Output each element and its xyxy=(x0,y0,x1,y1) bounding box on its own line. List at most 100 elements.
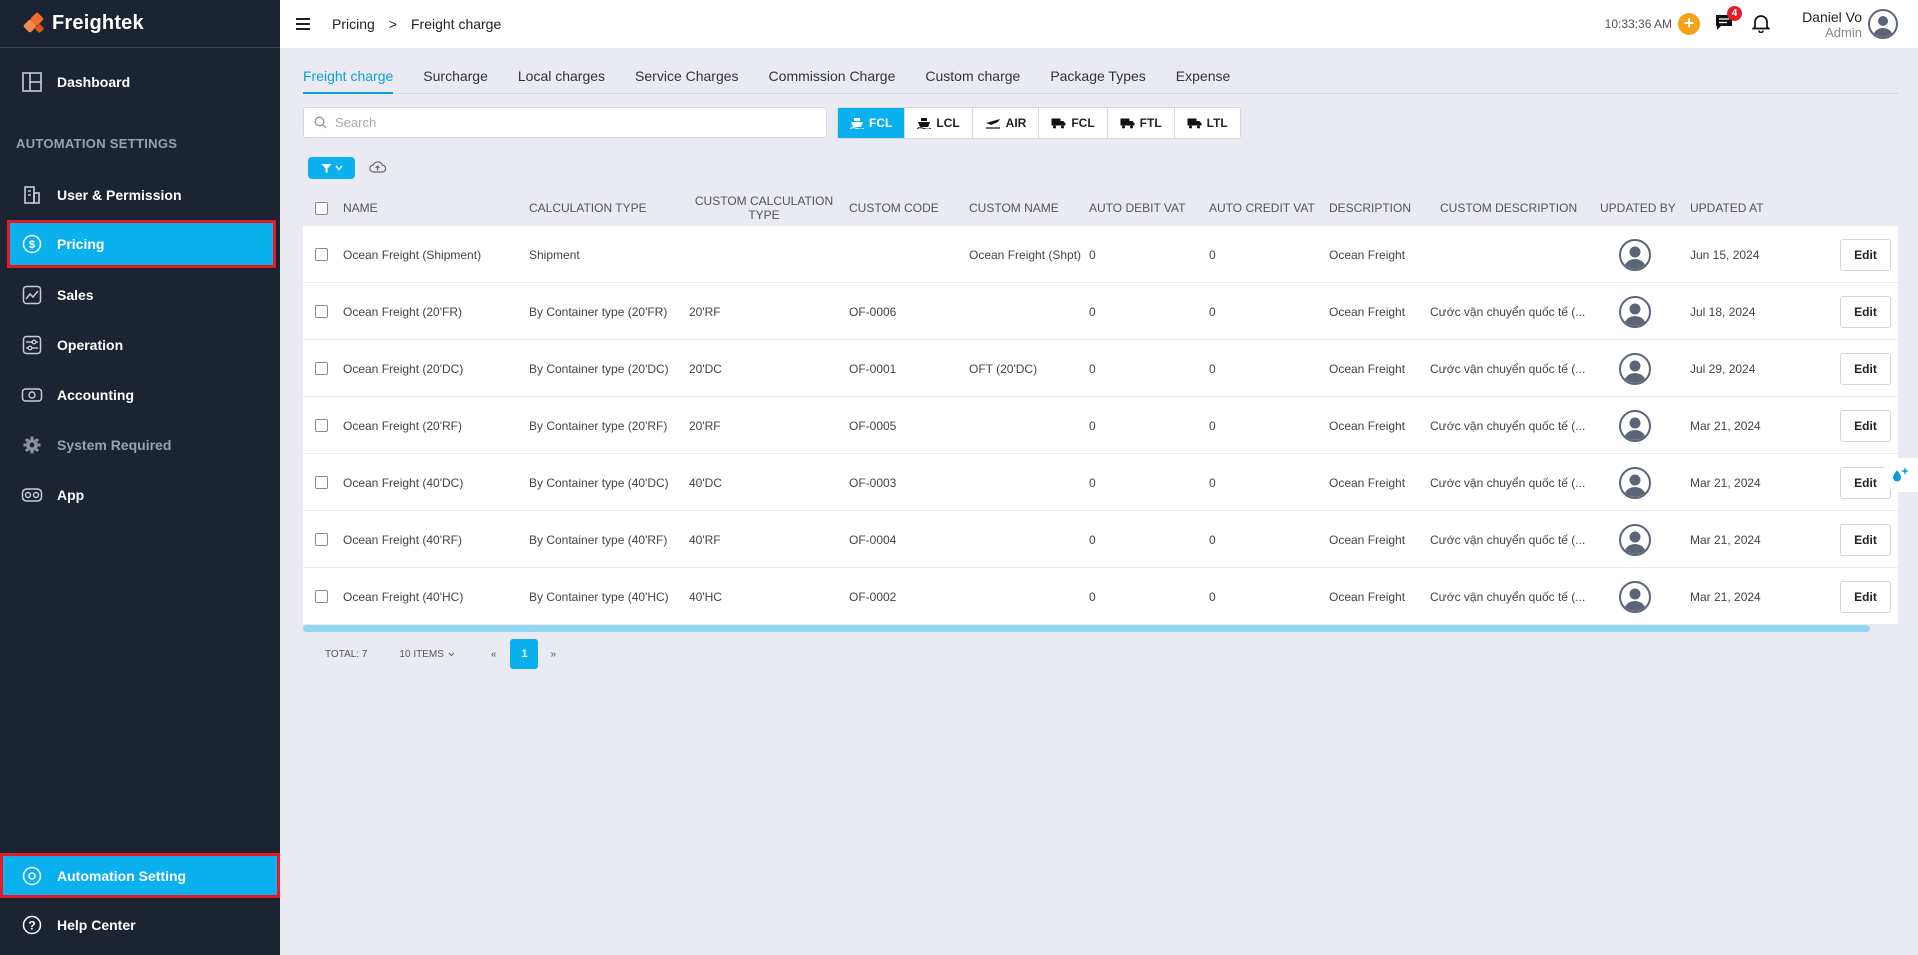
edit-button[interactable]: Edit xyxy=(1840,523,1891,556)
floating-tool-button[interactable] xyxy=(1882,458,1918,492)
sidebar-item-pricing[interactable]: $ Pricing xyxy=(7,220,276,268)
user-avatar[interactable] xyxy=(1868,9,1898,39)
table-row[interactable]: Ocean Freight (40'DC) By Container type … xyxy=(303,454,1898,511)
avatar[interactable] xyxy=(1619,523,1651,556)
cell-updated-at: Mar 21, 2024 xyxy=(1690,418,1761,433)
cell-name: Ocean Freight (20'DC) xyxy=(343,361,464,376)
col-custom-description[interactable]: CUSTOM DESCRIPTION xyxy=(1440,190,1577,226)
edit-button[interactable]: Edit xyxy=(1840,238,1891,271)
row-checkbox[interactable] xyxy=(315,476,328,489)
row-checkbox[interactable] xyxy=(315,533,328,546)
col-auto-credit-vat[interactable]: AUTO CREDIT VAT xyxy=(1209,190,1315,226)
cell-calculation-type: By Container type (40'DC) xyxy=(529,475,669,490)
page-size-select[interactable]: 10 ITEMS xyxy=(399,648,455,660)
mode-ftl[interactable]: FTL xyxy=(1108,108,1175,138)
sidebar-item-accounting[interactable]: Accounting xyxy=(10,374,273,416)
table-row[interactable]: Ocean Freight (Shipment) Shipment Ocean … xyxy=(303,226,1898,283)
mode-air[interactable]: AIR xyxy=(973,108,1040,138)
sidebar-item-operation[interactable]: Operation xyxy=(10,324,273,366)
mode-label: FCL xyxy=(869,116,893,130)
col-custom-name[interactable]: CUSTOM NAME xyxy=(969,190,1059,226)
edit-button[interactable]: Edit xyxy=(1840,295,1891,328)
sidebar-item-label: App xyxy=(57,487,85,503)
sidebar-item-app[interactable]: App xyxy=(10,474,273,516)
avatar[interactable] xyxy=(1619,238,1651,271)
tab-surcharge[interactable]: Surcharge xyxy=(423,68,488,94)
avatar[interactable] xyxy=(1619,409,1651,442)
row-checkbox[interactable] xyxy=(315,305,328,318)
freightek-logo-icon xyxy=(22,11,48,35)
tab-expense[interactable]: Expense xyxy=(1176,68,1230,94)
mode-lcl[interactable]: LCL xyxy=(905,108,973,138)
sidebar-item-sales[interactable]: Sales xyxy=(10,274,273,316)
col-updated-by[interactable]: UPDATED BY xyxy=(1600,190,1676,226)
col-custom-calculation-type[interactable]: CUSTOM CALCULATION TYPE xyxy=(689,190,839,226)
mode-fcl-sea[interactable]: FCL xyxy=(838,108,906,138)
cell-custom-code: OF-0003 xyxy=(849,475,897,490)
cell-auto-debit-vat: 0 xyxy=(1089,361,1096,376)
tab-package-types[interactable]: Package Types xyxy=(1050,68,1145,94)
row-checkbox[interactable] xyxy=(315,248,328,261)
avatar[interactable] xyxy=(1619,352,1651,385)
table-row[interactable]: Ocean Freight (40'RF) By Container type … xyxy=(303,511,1898,568)
select-all-checkbox[interactable] xyxy=(315,201,328,215)
cell-auto-credit-vat: 0 xyxy=(1209,475,1216,490)
add-button[interactable]: + xyxy=(1678,13,1701,35)
tab-commission-charge[interactable]: Commission Charge xyxy=(769,68,896,94)
sidebar-item-dashboard[interactable]: Dashboard xyxy=(10,61,273,103)
avatar[interactable] xyxy=(1619,580,1651,613)
edit-button[interactable]: Edit xyxy=(1840,352,1891,385)
notifications-button[interactable] xyxy=(1751,13,1771,36)
table-row[interactable]: Ocean Freight (20'FR) By Container type … xyxy=(303,283,1898,340)
sidebar-item-user-permission[interactable]: User & Permission xyxy=(10,174,273,216)
col-name[interactable]: NAME xyxy=(343,190,378,226)
sidebar-item-help-center[interactable]: ? Help Center xyxy=(0,902,280,947)
tab-service-charges[interactable]: Service Charges xyxy=(635,68,739,94)
filter-button[interactable] xyxy=(308,157,355,179)
search-input[interactable] xyxy=(335,115,815,130)
edit-button[interactable]: Edit xyxy=(1840,580,1891,613)
horizontal-scrollbar[interactable] xyxy=(303,625,1870,632)
cloud-upload-button[interactable] xyxy=(369,160,387,176)
page-size-label: 10 ITEMS xyxy=(399,648,444,660)
col-auto-debit-vat[interactable]: AUTO DEBIT VAT xyxy=(1089,190,1185,226)
next-page-button[interactable]: » xyxy=(550,649,556,660)
row-checkbox[interactable] xyxy=(315,419,328,432)
sidebar-item-system-required[interactable]: System Required xyxy=(10,424,273,466)
mode-ltl[interactable]: LTL xyxy=(1175,108,1240,138)
cell-custom-description: Cước vận chuyển quốc tế (... xyxy=(1430,532,1586,547)
prev-page-button[interactable]: « xyxy=(491,649,497,660)
sidebar-item-automation-setting[interactable]: Automation Setting xyxy=(0,853,280,898)
col-custom-code[interactable]: CUSTOM CODE xyxy=(849,190,939,226)
tab-local-charges[interactable]: Local charges xyxy=(518,68,605,94)
ship-icon xyxy=(917,118,932,129)
mode-label: LCL xyxy=(936,116,960,130)
table-row[interactable]: Ocean Freight (20'DC) By Container type … xyxy=(303,340,1898,397)
cell-custom-name: Ocean Freight (Shpt) xyxy=(969,247,1082,262)
table-row[interactable]: Ocean Freight (40'HC) By Container type … xyxy=(303,568,1898,625)
col-description[interactable]: DESCRIPTION xyxy=(1329,190,1411,226)
operation-icon xyxy=(20,333,44,357)
page-button-current[interactable]: 1 xyxy=(510,639,539,669)
edit-button[interactable]: Edit xyxy=(1840,409,1891,442)
mode-fcl-truck[interactable]: FCL xyxy=(1039,108,1108,138)
col-calculation-type[interactable]: CALCULATION TYPE xyxy=(529,190,647,226)
row-checkbox[interactable] xyxy=(315,362,328,375)
cell-custom-code: OF-0005 xyxy=(849,418,897,433)
col-updated-at[interactable]: UPDATED AT xyxy=(1690,190,1764,226)
table-row[interactable]: Ocean Freight (20'RF) By Container type … xyxy=(303,397,1898,454)
cell-name: Ocean Freight (20'FR) xyxy=(343,304,462,319)
tab-freight-charge[interactable]: Freight charge xyxy=(303,68,394,94)
messages-button[interactable]: 4 xyxy=(1714,6,1743,35)
avatar[interactable] xyxy=(1619,295,1651,328)
tab-custom-charge[interactable]: Custom charge xyxy=(925,68,1020,94)
logo[interactable]: Freightek xyxy=(0,0,280,48)
cell-custom-code: OF-0001 xyxy=(849,361,897,376)
menu-icon[interactable] xyxy=(296,18,310,30)
row-checkbox[interactable] xyxy=(315,590,328,603)
avatar[interactable] xyxy=(1619,466,1651,499)
user-info[interactable]: Daniel Vo Admin xyxy=(1802,9,1862,40)
cell-custom-calculation: 40'DC xyxy=(689,475,722,490)
breadcrumb-pricing[interactable]: Pricing xyxy=(332,16,375,32)
cell-description: Ocean Freight xyxy=(1329,304,1406,319)
